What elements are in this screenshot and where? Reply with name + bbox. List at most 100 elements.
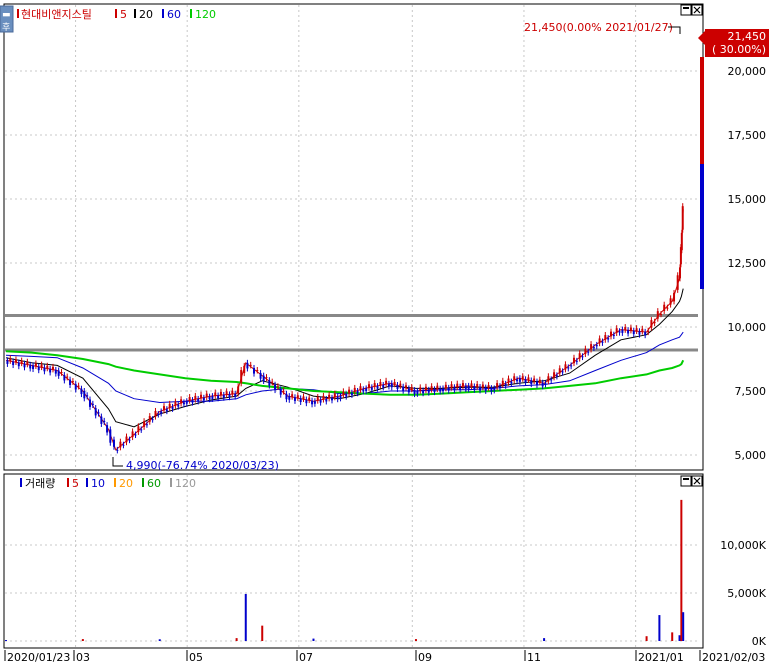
candle-body [373,383,376,387]
volume-title: 거래량 [25,477,55,490]
candle-body [180,399,183,404]
volume-legend-marker [142,478,144,487]
volume-bar [312,638,315,641]
candle-body [544,383,547,385]
candle-body [282,390,285,392]
candle-body [410,387,413,390]
volume-legend-label: 10 [91,477,105,490]
candle-body [200,394,203,399]
candle-body [228,394,231,398]
candle-body [390,383,393,388]
candle-body [464,386,467,389]
candle-body [650,320,653,328]
candle-body [134,434,137,436]
candle-body [91,403,94,405]
candle-body [77,385,80,387]
candle-body [473,386,476,390]
candle-body [362,389,365,392]
candle-body [612,334,615,337]
candle-body [644,331,647,336]
candle-body [276,386,279,388]
candle-body [296,395,299,398]
candle-body [83,391,86,399]
candle-body [459,386,462,390]
volume-legend-label: 120 [175,477,196,490]
candle-body [165,409,168,412]
candle-body [32,365,35,370]
candle-body [584,348,587,355]
candle-body [6,360,9,364]
candle-body [561,371,564,373]
price-tick-label: 20,000 [728,65,767,78]
candle-body [12,361,15,366]
candle-body [279,389,282,395]
candle-body [678,267,681,279]
candle-body [476,383,479,387]
candle-body [447,387,450,391]
date-tick-label: 07 [299,651,313,664]
candle-body [37,366,40,371]
candle-body [191,400,194,403]
last-price-box: 21,450 ( 30.00%) [698,29,769,57]
volume-axis: 0K 5,000K 10,000K [720,539,766,648]
candle-body [208,396,211,400]
last-change: ( 30.00%) [712,43,766,56]
candle-body [63,375,66,381]
candle-body [154,410,157,417]
candle-body [538,379,541,383]
candle-body [382,385,385,388]
candle-body [504,383,507,386]
candle-body [171,406,174,409]
range-bar-up [700,57,704,164]
price-tick-label: 12,500 [728,257,767,270]
candle-body [336,396,339,400]
price-tick-label: 7,500 [735,385,767,398]
candle-body [160,411,163,414]
candle-body [188,397,191,401]
candle-body [194,395,197,400]
candle-body [518,378,521,382]
price-panel-frame [3,3,704,471]
candle-body [322,395,325,400]
volume-legend-marker [86,478,88,487]
menu-glyph: ▬ [2,10,11,20]
legend-label: 20 [139,8,153,21]
candle-body [71,381,74,383]
price-tick-label: 17,500 [728,129,767,142]
candle-body [274,384,277,391]
maximize-button[interactable] [680,4,692,16]
volume-bar [645,636,648,641]
volume-bar [682,612,685,641]
candle-body [125,436,128,443]
candle-body [214,392,217,396]
candle-body [550,379,553,381]
candle-body [590,344,593,350]
candle-body [656,311,659,319]
legend-label: 120 [195,8,216,21]
candle-body [262,375,265,381]
candle-body [49,368,52,373]
candle-body [328,394,331,399]
candle-body [86,395,89,397]
date-tick-label: 09 [418,651,432,664]
candle-body [632,330,635,335]
candle-body [9,358,12,361]
candle-body [367,384,370,388]
candle-body [299,398,302,403]
candle-body [436,385,439,390]
candle-body [676,275,679,290]
candle-body [43,367,46,372]
candle-body [66,376,69,378]
candle-body [356,391,359,394]
candle-body [422,390,425,394]
candle-body [653,321,656,324]
candle-body [74,384,77,390]
date-tick-label: 03 [76,651,90,664]
candle-body [627,330,630,334]
last-price: 21,450 [728,30,767,43]
volume-panel-buttons [680,475,703,487]
candle-body [219,391,222,396]
vol-maximize-button[interactable] [680,475,692,487]
candle-body [359,386,362,391]
candle-body [40,364,43,368]
